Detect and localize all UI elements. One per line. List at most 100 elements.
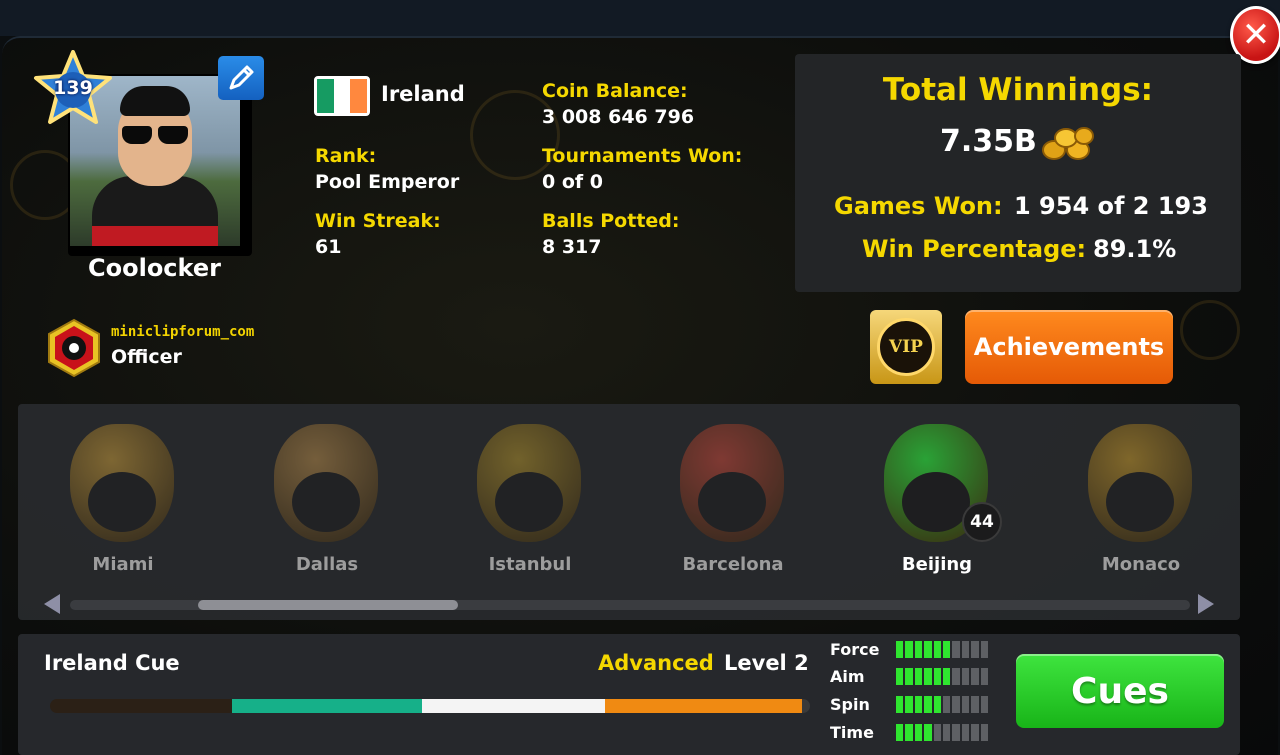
cue-level: Level 2 [724, 651, 809, 675]
ring-label: Monaco [1101, 554, 1181, 575]
level-number: 139 [53, 77, 93, 99]
cue-attr-segment [914, 641, 923, 658]
coin-balance-label: Coin Balance: [542, 80, 688, 102]
cue-attr-segment [896, 641, 904, 658]
cue-attr-segment [924, 724, 932, 741]
cues-button[interactable]: Cues [1016, 654, 1224, 728]
cue-attr-segment [905, 696, 913, 713]
games-won-label: Games Won: [834, 192, 1003, 220]
cue-attr-segment [914, 724, 923, 741]
club-name[interactable]: miniclipforum_com [111, 324, 254, 340]
win-streak-label: Win Streak: [315, 210, 441, 232]
cue-attr-segment [896, 668, 904, 685]
cue-attr-segment [924, 641, 932, 658]
top-strip [0, 0, 1280, 36]
ring-monaco[interactable]: Monaco [1076, 418, 1206, 588]
cue-attr-segment [980, 668, 989, 685]
tournaments-won-value: 0 of 0 [542, 171, 603, 193]
club-role: Officer [111, 346, 182, 368]
vip-button[interactable]: VIP [870, 310, 942, 384]
cue-attr-segment [933, 724, 942, 741]
total-winnings-title: Total Winnings: [882, 72, 1154, 108]
ring-label: Istanbul [488, 554, 572, 575]
ring-icon [70, 424, 174, 542]
cue-attr-segment [980, 696, 989, 713]
cue-stick-image [50, 699, 810, 713]
scroll-left-arrow-icon[interactable] [44, 594, 60, 614]
cue-attr-segment [980, 724, 989, 741]
total-winnings-value: 7.35B [940, 124, 1037, 159]
balls-potted-label: Balls Potted: [542, 210, 680, 232]
games-won-value: 1 954 of 2 193 [1014, 192, 1208, 220]
rings-scrollbar-thumb[interactable] [198, 600, 458, 610]
rank-label: Rank: [315, 145, 377, 167]
cue-attr-bar [896, 641, 989, 658]
ring-label: Dallas [295, 554, 359, 575]
cue-attr-segment [914, 668, 923, 685]
cue-attr-segment [924, 668, 932, 685]
win-streak-value: 61 [315, 236, 342, 258]
cue-attr-segment [952, 724, 960, 741]
cue-attr-segment [933, 641, 942, 658]
balls-potted-value: 8 317 [542, 236, 602, 258]
cue-attr-segment [924, 696, 932, 713]
cue-attr-segment [971, 641, 979, 658]
ring-barcelona[interactable]: Barcelona [668, 418, 798, 588]
cue-attr-bar [896, 724, 989, 741]
tournaments-won-label: Tournaments Won: [542, 145, 743, 167]
ring-icon [274, 424, 378, 542]
cue-attr-bar [896, 668, 989, 685]
cue-attr-segment [943, 641, 951, 658]
cue-attr-segment [961, 668, 970, 685]
win-percentage-value: 89.1% [1093, 235, 1177, 263]
ring-icon [1088, 424, 1192, 542]
country-name: Ireland [381, 82, 465, 106]
cue-attr-segment [905, 641, 913, 658]
cue-attr-segment [943, 668, 951, 685]
cue-attr-segment [952, 668, 960, 685]
cue-attr-segment [971, 668, 979, 685]
club-badge-icon[interactable] [46, 318, 102, 378]
cue-attr-label: Spin [830, 695, 870, 714]
ring-dallas[interactable]: Dallas [262, 418, 392, 588]
cue-attr-segment [905, 724, 913, 741]
ring-miami[interactable]: Miami [58, 418, 188, 588]
background-decoration [1180, 300, 1240, 360]
scroll-right-arrow-icon[interactable] [1198, 594, 1214, 614]
cue-attr-segment [971, 724, 979, 741]
edit-profile-button[interactable] [218, 56, 264, 100]
cue-attr-label: Force [830, 640, 880, 659]
cue-attr-segment [943, 696, 951, 713]
cue-attr-segment [961, 641, 970, 658]
cue-attr-segment [952, 696, 960, 713]
cue-attr-segment [896, 724, 904, 741]
rank-value: Pool Emperor [315, 171, 460, 193]
cue-attr-segment [896, 696, 904, 713]
ring-count-badge: 44 [962, 502, 1002, 542]
level-star-badge: 139 [32, 50, 114, 126]
rings-carousel[interactable] [18, 404, 1240, 620]
ring-istanbul[interactable]: Istanbul [465, 418, 595, 588]
ring-label: Beijing [901, 554, 973, 575]
cue-attr-segment [905, 668, 913, 685]
country-flag-icon [314, 76, 370, 116]
coin-pile-icon [1042, 127, 1094, 160]
cue-attr-segment [943, 724, 951, 741]
cue-attr-segment [952, 641, 960, 658]
ring-icon [680, 424, 784, 542]
cue-tier: Advanced [598, 651, 714, 675]
ring-label: Miami [92, 554, 154, 575]
username: Coolocker [88, 254, 221, 282]
win-percentage-label: Win Percentage: [862, 235, 1087, 263]
cue-attr-segment [914, 696, 923, 713]
ring-label: Barcelona [682, 554, 784, 575]
coin-balance-value: 3 008 646 796 [542, 106, 695, 128]
cue-attr-segment [961, 724, 970, 741]
cue-attr-bar [896, 696, 989, 713]
vip-crown-icon: VIP [877, 318, 935, 376]
cue-name: Ireland Cue [44, 651, 180, 675]
cue-attr-segment [961, 696, 970, 713]
pencil-icon [229, 65, 254, 90]
cue-attr-label: Time [830, 723, 874, 742]
achievements-button[interactable]: Achievements [965, 310, 1173, 384]
